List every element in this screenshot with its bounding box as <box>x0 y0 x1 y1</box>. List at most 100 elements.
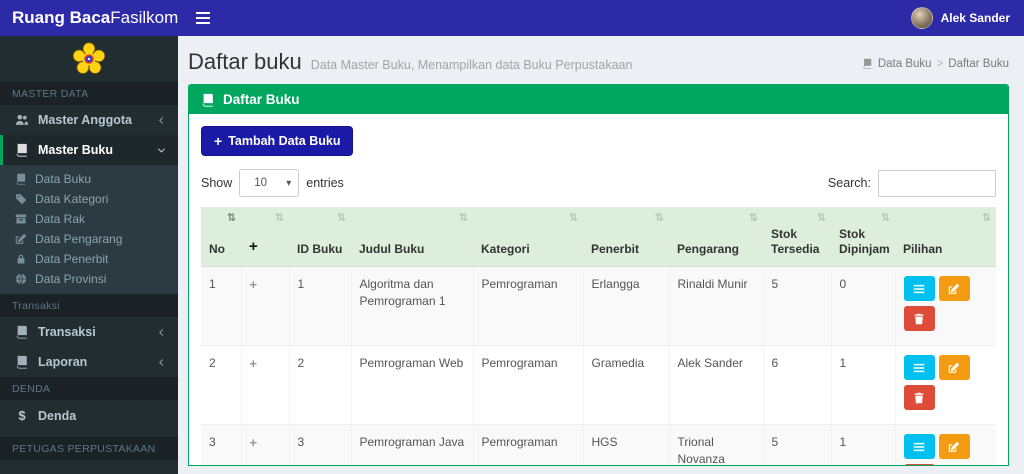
breadcrumb-data-buku[interactable]: Data Buku <box>878 58 932 70</box>
brand-bold: Ruang Baca <box>12 8 111 27</box>
sidebar: MASTER DATA Master Anggota Master Buku D… <box>0 36 178 474</box>
sort-icon: ⇅ <box>748 212 758 224</box>
sidebar-item-label: Master Anggota <box>38 113 132 127</box>
sort-icon: ⇅ <box>816 212 826 224</box>
sidebar-subitem-data-buku[interactable]: Data Buku <box>0 169 178 189</box>
expand-row-icon[interactable]: + <box>250 435 258 450</box>
users-icon <box>15 113 29 127</box>
subitem-label: Data Kategori <box>35 192 109 206</box>
master-buku-submenu: Data Buku Data Kategori Data Rak Data Pe… <box>0 165 178 294</box>
expand-row-icon[interactable]: + <box>250 356 258 371</box>
sidebar-section-bottom-clipped: PETUGAS PERPUSTAKAAN <box>0 437 178 460</box>
page-length-select[interactable]: 10 ▾ <box>239 169 300 197</box>
sidebar-subitem-data-provinsi[interactable]: Data Provinsi <box>0 269 178 289</box>
app-brand[interactable]: Ruang BacaFasilkom <box>0 8 178 28</box>
hamburger-icon <box>196 12 211 14</box>
user-menu[interactable]: Alek Sander <box>910 7 1010 29</box>
subitem-label: Data Penerbit <box>35 252 109 266</box>
user-name: Alek Sander <box>940 11 1010 25</box>
sort-icon: ⇅ <box>336 212 346 224</box>
col-header-kategori[interactable]: Kategori ⇅ <box>473 207 583 267</box>
col-header-expand[interactable]: + ⇅ <box>241 207 289 267</box>
col-header-stok-tersedia[interactable]: Stok Tersedia ⇅ <box>763 207 831 267</box>
cell-id-buku: 3 <box>288 424 351 465</box>
sort-icon: ⇅ <box>981 212 991 224</box>
edit-button[interactable] <box>938 434 970 459</box>
cell-no: 1 <box>201 266 241 346</box>
row-actions <box>903 355 980 415</box>
cell-stok-tersedia: 5 <box>762 424 831 465</box>
col-header-judul-buku[interactable]: Judul Buku ⇅ <box>351 207 473 267</box>
search-label: Search: <box>827 176 871 190</box>
sidebar-section-transaksi: Transaksi <box>0 294 178 317</box>
add-button-label: Tambah Data Buku <box>228 134 341 148</box>
top-navbar: Ruang BacaFasilkom Alek Sander <box>0 0 1024 36</box>
sidebar-toggle-button[interactable] <box>192 8 214 28</box>
sidebar-item-transaksi[interactable]: Transaksi <box>0 317 178 347</box>
dollar-icon: $ <box>18 408 26 423</box>
book-icon <box>15 173 27 185</box>
panel-body: + Tambah Data Buku Show 10 ▾ entries Sea… <box>189 114 1008 465</box>
sidebar-logo <box>0 36 178 82</box>
sidebar-subitem-data-rak[interactable]: Data Rak <box>0 209 178 229</box>
cell-judul-buku: Pemrograman Web <box>350 345 473 425</box>
user-avatar <box>910 7 933 29</box>
edit-button[interactable] <box>938 355 970 380</box>
panel-header: Daftar Buku <box>189 85 1008 114</box>
delete-button[interactable] <box>903 306 935 331</box>
sidebar-subitem-data-kategori[interactable]: Data Kategori <box>0 189 178 209</box>
search-input[interactable] <box>878 169 996 197</box>
cell-penerbit: Gramedia <box>582 345 669 425</box>
cell-pengarang: Trional Novanza <box>668 424 763 465</box>
brand-regular: Fasilkom <box>110 8 179 27</box>
sidebar-subitem-data-penerbit[interactable]: Data Penerbit <box>0 249 178 269</box>
col-header-pengarang[interactable]: Pengarang ⇅ <box>669 207 763 267</box>
trash-icon <box>914 313 924 324</box>
cell-pengarang: Alek Sander <box>668 345 763 425</box>
tambah-data-buku-button[interactable]: + Tambah Data Buku <box>201 126 354 156</box>
col-header-pilihan[interactable]: Pilihan ⇅ <box>895 207 996 267</box>
flower-logo-icon <box>71 41 107 77</box>
delete-button[interactable] <box>903 464 935 465</box>
detail-button[interactable] <box>903 434 935 459</box>
sidebar-item-denda[interactable]: $ Denda <box>0 400 178 431</box>
col-header-stok-dipinjam[interactable]: Stok Dipinjam ⇅ <box>831 207 895 267</box>
table-row: 2 + 2 Pemrograman Web Pemrograman Gramed… <box>201 345 996 425</box>
edit-button[interactable] <box>938 276 970 301</box>
sort-icon: ⇅ <box>274 212 284 224</box>
chevron-left-icon <box>157 116 166 125</box>
cell-id-buku: 2 <box>288 345 351 425</box>
breadcrumb-daftar-buku: Daftar Buku <box>948 57 1009 70</box>
book-icon <box>862 58 873 69</box>
detail-button[interactable] <box>903 276 935 301</box>
sort-icon: ⇅ <box>654 212 664 224</box>
col-header-no[interactable]: No ⇅ <box>201 207 241 267</box>
sidebar-item-label: Denda <box>38 408 77 423</box>
table-header-row: No ⇅ + ⇅ ID Buku ⇅ Judul Buku ⇅ Kategori ⇅ Pe… <box>201 207 996 267</box>
expand-row-icon[interactable]: + <box>250 277 258 292</box>
chevron-left-icon <box>157 358 166 367</box>
sidebar-subitem-data-pengarang[interactable]: Data Pengarang <box>0 229 178 249</box>
cell-penerbit: Erlangga <box>582 266 669 346</box>
cell-penerbit: HGS <box>582 424 669 465</box>
detail-button[interactable] <box>903 355 935 380</box>
subitem-label: Data Rak <box>35 212 86 226</box>
sidebar-item-master-anggota[interactable]: Master Anggota <box>0 105 178 135</box>
books-table: No ⇅ + ⇅ ID Buku ⇅ Judul Buku ⇅ Kategori ⇅ Pe… <box>201 207 996 465</box>
delete-button[interactable] <box>903 385 935 410</box>
subitem-label: Data Buku <box>35 172 92 186</box>
cell-stok-dipinjam: 0 <box>830 266 895 346</box>
sidebar-item-laporan[interactable]: Laporan <box>0 347 178 377</box>
col-header-penerbit[interactable]: Penerbit ⇅ <box>583 207 669 267</box>
sidebar-item-label: Transaksi <box>38 325 96 339</box>
page-title: Daftar buku <box>188 49 302 74</box>
chevron-left-icon <box>157 328 166 337</box>
cell-pengarang: Rinaldi Munir <box>668 266 763 346</box>
panel-title: Daftar Buku <box>223 92 300 107</box>
sidebar-section-master-data: MASTER DATA <box>0 82 178 105</box>
sort-icon: ⇅ <box>568 212 578 224</box>
sort-icon: ⇅ <box>880 212 890 224</box>
col-header-id-buku[interactable]: ID Buku ⇅ <box>289 207 351 267</box>
cell-id-buku: 1 <box>288 266 351 346</box>
sidebar-item-master-buku[interactable]: Master Buku <box>0 135 178 165</box>
